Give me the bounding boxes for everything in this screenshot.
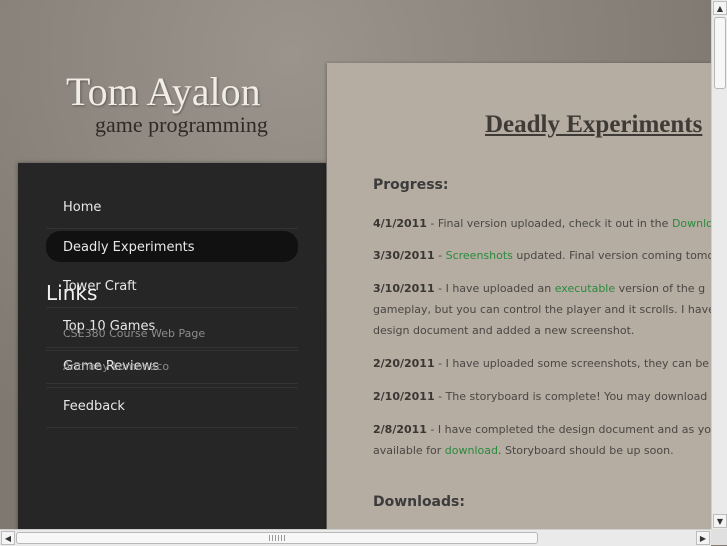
site-title: Tom Ayalon xyxy=(66,69,261,114)
progress-entry: 3/10/2011 - I have uploaded an executabl… xyxy=(373,278,711,341)
link-item[interactable]: CSE380 Course Web Page xyxy=(46,318,298,351)
vertical-scrollbar[interactable]: ▲ ▼ xyxy=(711,0,727,529)
scroll-down-arrow-icon[interactable]: ▼ xyxy=(713,514,727,528)
entry-date: 3/30/2011 xyxy=(373,249,435,262)
progress-entry: 4/1/2011 - Final version uploaded, check… xyxy=(373,213,711,234)
scroll-left-arrow-icon[interactable]: ◀ xyxy=(1,531,15,545)
vertical-scroll-thumb[interactable] xyxy=(714,17,726,89)
horizontal-scroll-thumb[interactable] xyxy=(16,532,538,544)
entry-text: - The storyboard is complete! You may do… xyxy=(434,390,711,403)
entry-text: - I have uploaded some screenshots, they… xyxy=(434,357,711,370)
entry-text: . Storyboard should be up soon. xyxy=(497,444,674,457)
links-heading: Links xyxy=(46,281,98,305)
link-cse380[interactable]: CSE380 Course Web Page xyxy=(63,327,205,340)
page-heading: Deadly Experiments xyxy=(485,111,703,138)
entry-text: - Final version uploaded, check it out i… xyxy=(426,217,672,230)
downloads-title: Downloads: xyxy=(373,494,465,510)
progress-title: Progress: xyxy=(373,177,449,193)
nav-link-deadly-experiments[interactable]: Deadly Experiments xyxy=(63,240,195,255)
scroll-up-arrow-icon[interactable]: ▲ xyxy=(713,1,727,15)
download-link[interactable]: Download xyxy=(672,217,711,230)
nav-link-home[interactable]: Home xyxy=(63,200,101,215)
nav-item-deadly-experiments[interactable]: Deadly Experiments xyxy=(46,229,298,268)
progress-entry: 2/20/2011 - I have uploaded some screens… xyxy=(373,353,711,374)
horizontal-scrollbar[interactable]: ◀ ▶ xyxy=(0,529,711,546)
design-doc-download-link[interactable]: download xyxy=(445,444,498,457)
site-subtitle: game programming xyxy=(95,112,268,137)
link-item[interactable]: Anthony Lomonaco xyxy=(46,351,298,384)
entry-text: - I have uploaded an xyxy=(434,282,555,295)
scroll-grip-icon xyxy=(269,535,285,541)
browser-viewport: Tom Ayalon game programming Home Deadly … xyxy=(0,0,711,529)
entry-text: updated. Final version coming tomorrow xyxy=(516,249,711,262)
nav-item-feedback[interactable]: Feedback xyxy=(46,388,298,428)
entry-text: gameplay, but you can control the player… xyxy=(373,303,711,316)
entry-date: 2/8/2011 xyxy=(373,423,427,436)
nav-item-home[interactable]: Home xyxy=(46,189,298,229)
nav-link-feedback[interactable]: Feedback xyxy=(63,399,125,414)
entry-text: - xyxy=(434,249,446,262)
progress-entry: 3/30/2011 - Screenshots updated. Final v… xyxy=(373,245,711,266)
main-nav: Home Deadly Experiments Tower Craft Top … xyxy=(46,189,298,428)
scrollbar-corner xyxy=(711,529,727,545)
external-links: CSE380 Course Web Page Anthony Lomonaco xyxy=(46,318,298,384)
entry-text: version of the g xyxy=(615,282,706,295)
entry-text: available for xyxy=(373,444,445,457)
link-anthony-lomonaco[interactable]: Anthony Lomonaco xyxy=(63,360,169,373)
entry-text: design document and added a new screensh… xyxy=(373,324,635,337)
progress-entry: 2/10/2011 - The storyboard is complete! … xyxy=(373,386,711,407)
entry-text: - I have completed the design document a… xyxy=(426,423,711,436)
entry-date: 4/1/2011 xyxy=(373,217,427,230)
executable-link[interactable]: executable xyxy=(555,282,615,295)
scroll-right-arrow-icon[interactable]: ▶ xyxy=(696,531,710,545)
main-content: Deadly Experiments Progress: 4/1/2011 - … xyxy=(327,63,711,529)
entry-date: 2/20/2011 xyxy=(373,357,435,370)
progress-entry: 2/8/2011 - I have completed the design d… xyxy=(373,419,711,461)
entry-date: 2/10/2011 xyxy=(373,390,435,403)
screenshots-link[interactable]: Screenshots xyxy=(446,249,513,262)
entry-date: 3/10/2011 xyxy=(373,282,435,295)
